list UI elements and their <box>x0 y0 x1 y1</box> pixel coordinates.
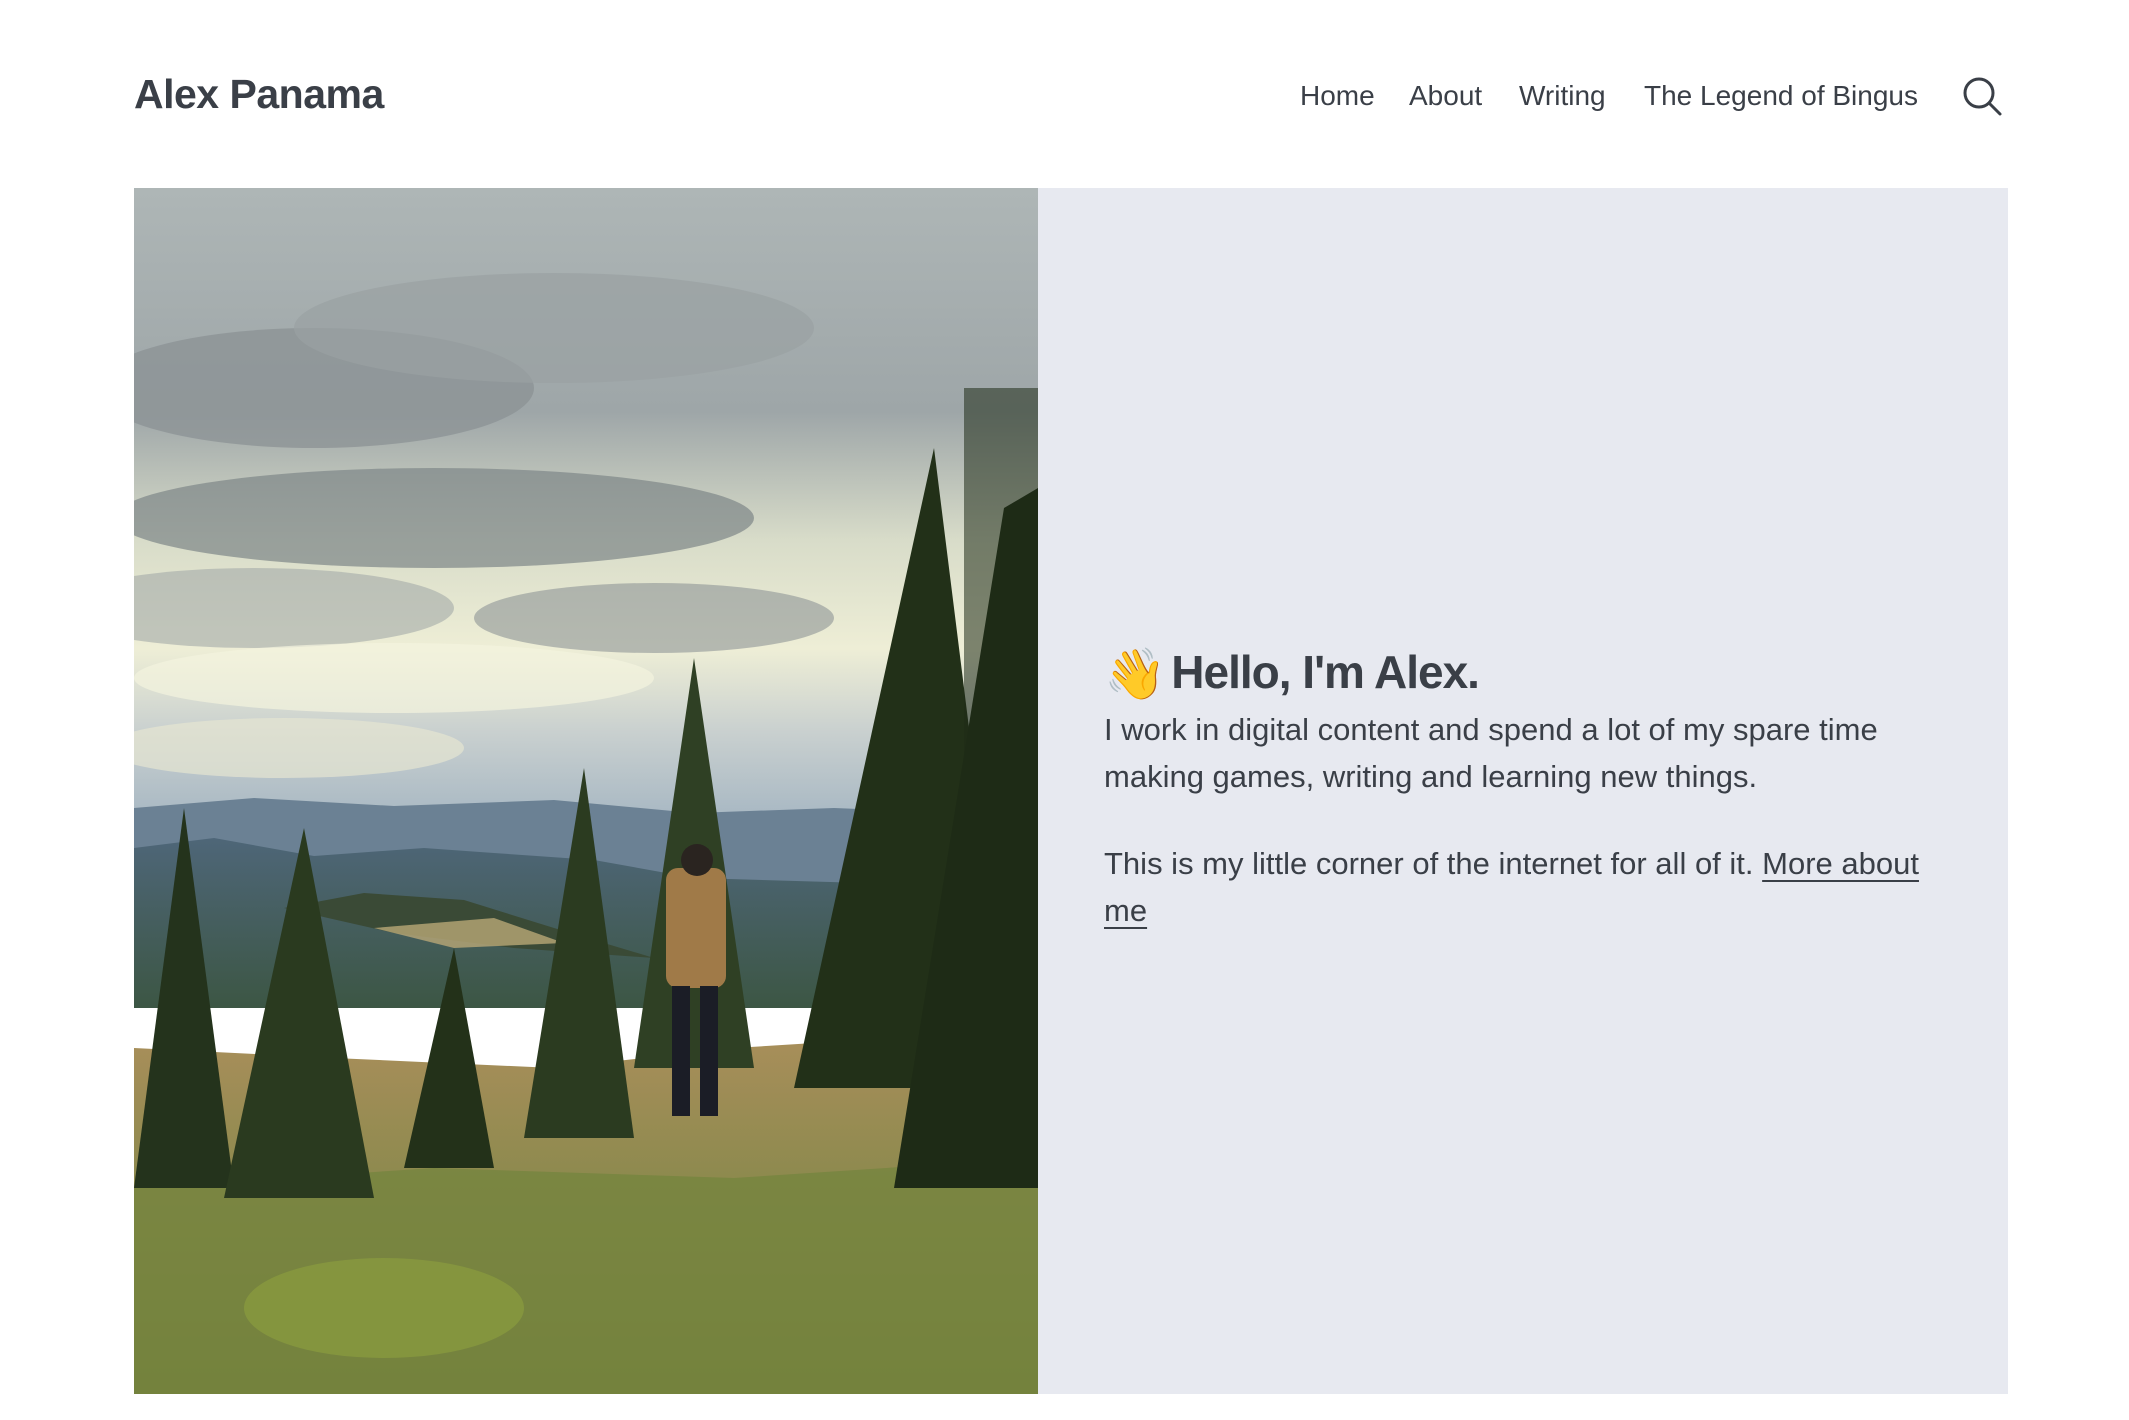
main-nav: Home About Writing The Legend of Bingus <box>0 74 2129 118</box>
waving-hand-icon: 👋 <box>1104 646 1166 702</box>
corner-text: This is my little corner of the internet… <box>1104 846 1763 881</box>
nav-item-writing[interactable]: Writing <box>1519 74 1606 118</box>
landscape-photo <box>134 188 1038 1394</box>
hero-panel: 👋 Hello, I'm Alex. I work in digital cont… <box>1038 188 2008 1394</box>
hero-corner-text: This is my little corner of the internet… <box>1104 840 1964 934</box>
hero-intro: I work in digital content and spend a lo… <box>1104 712 1878 794</box>
search-button[interactable] <box>1960 74 2004 118</box>
hero-heading: 👋 Hello, I'm Alex. <box>1104 640 1480 706</box>
nav-item-legend-of-bingus[interactable]: The Legend of Bingus <box>1644 74 1918 118</box>
hero-photo <box>134 188 1038 1394</box>
hero-section: 👋 Hello, I'm Alex. I work in digital cont… <box>134 188 2008 1394</box>
site-header: Alex Panama Home About Writing The Legen… <box>0 0 2129 188</box>
search-icon <box>1963 77 2002 116</box>
nav-item-home[interactable]: Home <box>1300 74 1375 118</box>
nav-item-about[interactable]: About <box>1409 74 1482 118</box>
hero-heading-text: Hello, I'm Alex. <box>1171 646 1480 698</box>
